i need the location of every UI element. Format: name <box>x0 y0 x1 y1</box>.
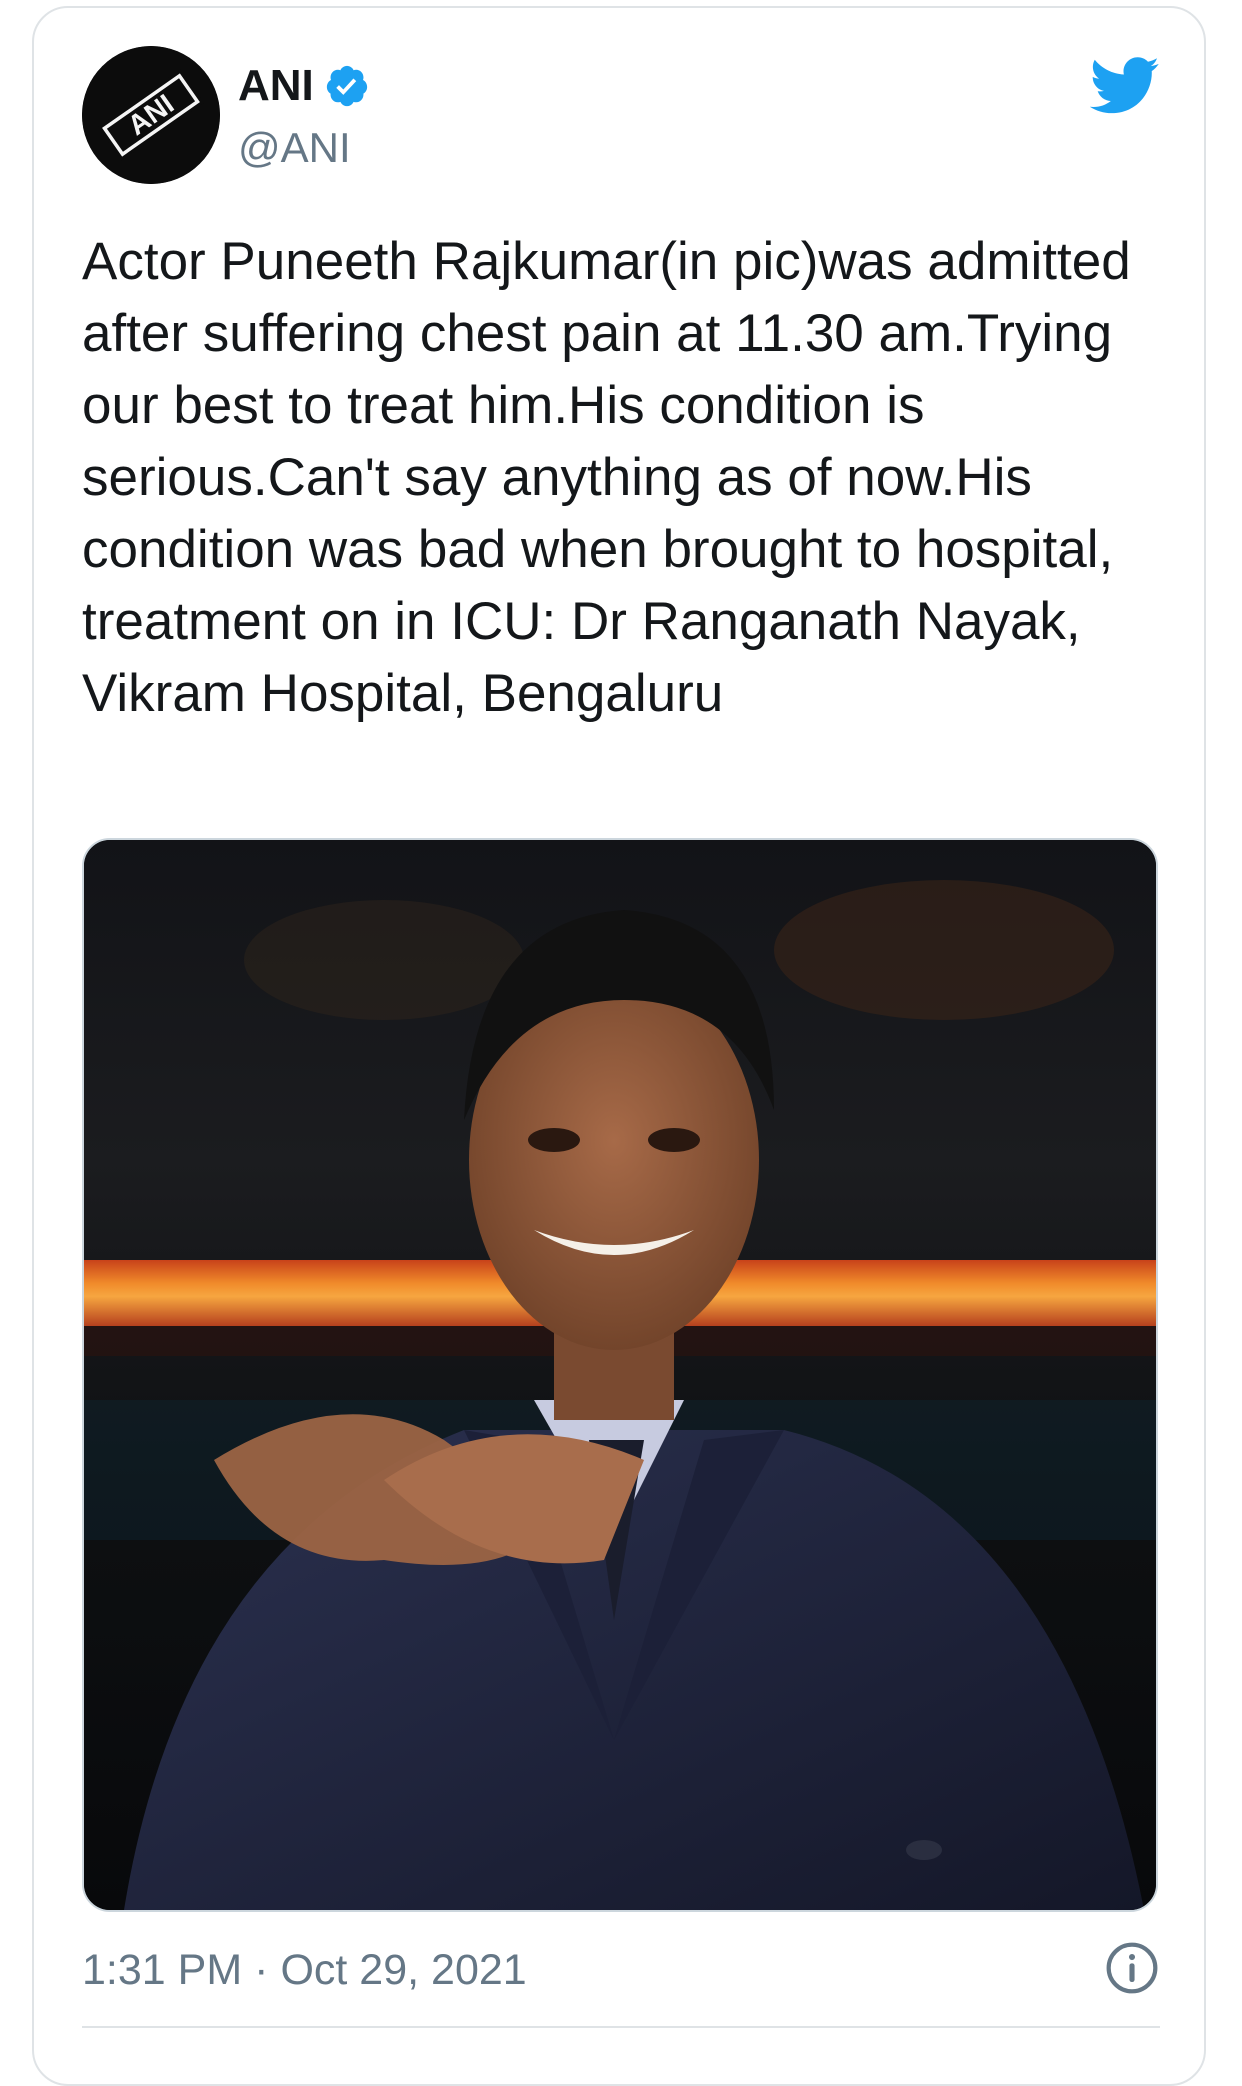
tweet-text: Actor Puneeth Rajkumar(in pic)was admitt… <box>82 232 1131 723</box>
photo-actor-smiling <box>84 840 1156 1910</box>
tweet-timestamp[interactable]: 1:31 PM · Oct 29, 2021 <box>82 1942 527 1998</box>
display-name[interactable]: ANI <box>238 58 314 114</box>
twitter-bird-icon[interactable] <box>1090 56 1160 116</box>
user-handle[interactable]: @ANI <box>238 120 351 176</box>
divider <box>82 2026 1160 2028</box>
author-name-row[interactable]: ANI <box>238 58 370 114</box>
tweet-date: Oct 29, 2021 <box>280 1946 527 1994</box>
avatar[interactable]: ANI <box>82 46 220 184</box>
tweet-time: 1:31 PM <box>82 1946 243 1994</box>
verified-badge-icon <box>326 65 367 107</box>
ani-logo: ANI <box>82 46 220 184</box>
timestamp-separator: · <box>254 1946 269 1994</box>
info-icon[interactable] <box>1104 1940 1160 1996</box>
tweet-photo[interactable] <box>82 838 1158 1912</box>
